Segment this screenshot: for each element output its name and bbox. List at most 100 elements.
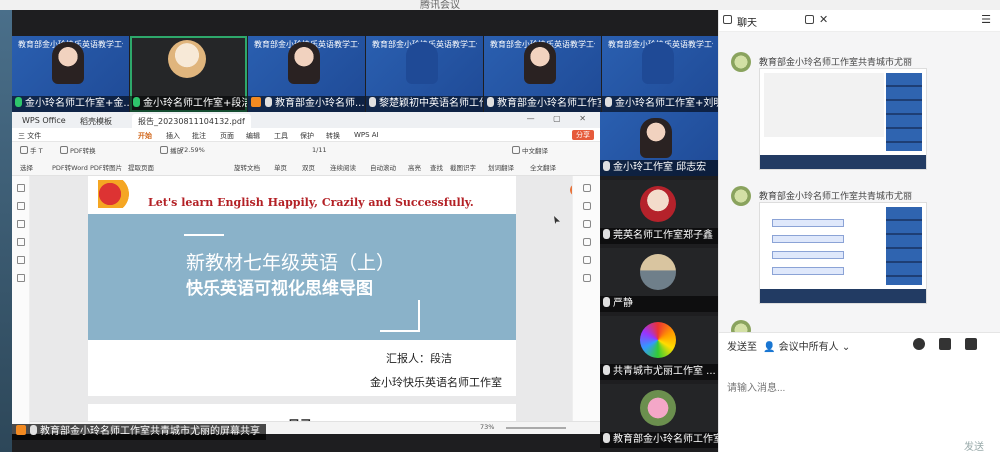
participant-tile[interactable]: 教育部金小玲快乐英语教学工作室 金小玲名师工作室+刘明 <box>602 36 719 112</box>
menu-convert[interactable]: 转换 <box>326 131 340 141</box>
close-icon[interactable]: ✕ <box>819 13 828 26</box>
rotate-tool[interactable]: 旋转文档 <box>234 162 260 172</box>
participant-tile[interactable]: 教育部金小玲快乐英语教学工作室 金小玲名师工作室+金... <box>12 36 129 112</box>
participant-name: 教育部金小玲名师工作室 <box>497 98 601 109</box>
chat-input[interactable] <box>727 358 993 418</box>
search-icon[interactable] <box>583 202 591 210</box>
settings-icon[interactable] <box>583 274 591 282</box>
pdf-canvas[interactable]: Let's learn English Happily, Crazily and… <box>30 176 572 421</box>
double-page-tool[interactable]: 双页 <box>302 162 315 172</box>
emoji-icon[interactable] <box>913 338 925 350</box>
participant-video <box>288 42 320 84</box>
mic-icon <box>603 297 610 307</box>
menu-file[interactable]: 三 文件 <box>18 131 41 141</box>
screen-share-view[interactable]: WPS Office 稻壳模板 报告_20230811104132.pdf — … <box>12 112 600 434</box>
ocr-tool[interactable]: 截图识字 <box>450 162 476 172</box>
participant-tile[interactable]: 莞英名师工作室郑子鑫 <box>600 180 718 244</box>
find-tool[interactable]: 查找 <box>430 162 443 172</box>
sender-avatar <box>731 186 751 206</box>
pdf-to-word-tool[interactable]: PDF转Word <box>52 162 88 172</box>
participant-tile-active[interactable]: 金小玲名师工作室+段洁 <box>130 36 247 112</box>
tab-wps-office[interactable]: WPS Office <box>16 114 72 128</box>
participant-video <box>52 42 84 84</box>
participant-tile[interactable]: 教育部金小玲名师工作室 <box>600 384 718 448</box>
chat-messages[interactable]: 教育部金小玲名师工作室共青城市尤丽 教育部金小玲名师工作室共青城市尤丽 <box>719 32 1000 332</box>
chat-title: 聊天 <box>737 18 757 29</box>
participant-name: 教育部金小玲名师... <box>275 98 365 109</box>
zoom-status[interactable]: 73% <box>480 423 494 431</box>
tab-template[interactable]: 稻壳模板 <box>74 114 118 128</box>
attachment-icon[interactable] <box>17 238 25 246</box>
menu-comment[interactable]: 批注 <box>192 131 206 141</box>
title-banner: 新教材七年级英语（上） 快乐英语可视化思维导图 <box>88 214 516 340</box>
participant-name: 金小玲名师工作室+段洁 <box>143 98 247 109</box>
window-controls[interactable]: — ▢ ✕ <box>527 114 594 123</box>
annotate-icon[interactable] <box>17 256 25 264</box>
menu-protect[interactable]: 保护 <box>300 131 314 141</box>
image-icon[interactable] <box>939 338 951 350</box>
menu-icon[interactable]: ☰ <box>981 13 991 26</box>
select-tool[interactable]: 选择 <box>20 162 33 172</box>
participant-tile[interactable]: 教育部金小玲快乐英语教学工作室 教育部金小玲名师... <box>248 36 365 112</box>
menu-home[interactable]: 开始 <box>138 131 152 141</box>
doc-studio: 金小玲快乐英语名师工作室 <box>370 376 502 389</box>
mic-icon <box>603 365 610 375</box>
share-button[interactable]: 分享 <box>572 130 594 140</box>
doc-title-line2: 快乐英语可视化思维导图 <box>186 279 373 299</box>
participant-avatar <box>640 186 676 222</box>
participant-tile[interactable]: 金小玲工作室 邱志宏 <box>600 112 718 176</box>
participant-video <box>640 118 672 158</box>
edit-icon[interactable] <box>583 220 591 228</box>
participant-tile[interactable]: 教育部金小玲快乐英语教学工作室 教育部金小玲名师工作室 <box>484 36 601 112</box>
chat-header: 聊天 ✕ ☰ <box>719 10 1000 32</box>
message-image[interactable] <box>759 202 927 304</box>
word-translate-tool[interactable]: 划词翻译 <box>488 162 514 172</box>
popout-icon[interactable] <box>805 15 814 24</box>
auto-scroll-tool[interactable]: 自动滚动 <box>370 162 396 172</box>
expand-icon[interactable] <box>583 184 591 192</box>
highlight-tool[interactable]: 高亮 <box>408 162 421 172</box>
doc-slogan: Let's learn English Happily, Crazily and… <box>148 196 474 209</box>
pdf-to-image-tool[interactable]: PDF转图片 <box>90 162 122 172</box>
extract-page-tool[interactable]: 提取页面 <box>128 162 154 172</box>
menu-tools[interactable]: 工具 <box>274 131 288 141</box>
pdf-page-2: 目录 <box>88 404 516 421</box>
menu-wps-ai[interactable]: WPS AI <box>354 131 379 139</box>
menu-page[interactable]: 页面 <box>220 131 234 141</box>
hand-tool[interactable]: 手 T <box>20 145 43 155</box>
bookmark-icon[interactable] <box>17 184 25 192</box>
layers-icon[interactable] <box>17 274 25 282</box>
participant-video <box>406 42 438 84</box>
single-page-tool[interactable]: 单页 <box>274 162 287 172</box>
zoom-level[interactable]: 72.59% <box>180 146 205 154</box>
full-translate-tool[interactable]: 全文翻译 <box>530 162 556 172</box>
hand-icon <box>20 146 28 154</box>
mic-icon <box>265 97 272 107</box>
translate-tool[interactable]: 中文翻译 <box>512 145 548 155</box>
participant-tile[interactable]: 共青城市尤丽工作室 ... <box>600 316 718 380</box>
thumbnail-icon[interactable] <box>17 202 25 210</box>
send-to-selector[interactable]: 发送至 👤 会议中所有人 ⌄ <box>727 338 850 353</box>
message-image[interactable] <box>759 68 927 170</box>
menu-edit[interactable]: 编辑 <box>246 131 260 141</box>
participant-avatar <box>640 390 676 426</box>
participant-tile[interactable]: 教育部金小玲快乐英语教学工作室 黎楚颖初中英语名师工作... <box>366 36 483 112</box>
share-icon <box>251 97 261 107</box>
send-button[interactable]: 发送 <box>964 438 984 452</box>
page-indicator[interactable]: 1/11 <box>312 146 327 154</box>
ai-icon[interactable] <box>583 256 591 264</box>
continuous-tool[interactable]: 连续阅读 <box>330 162 356 172</box>
translate-icon[interactable] <box>583 238 591 246</box>
mic-icon <box>605 97 612 107</box>
convert-icon <box>60 146 68 154</box>
right-sidebar <box>572 176 600 434</box>
mic-icon <box>603 229 610 239</box>
mic-icon <box>369 97 376 107</box>
comment-icon[interactable] <box>17 220 25 228</box>
menu-insert[interactable]: 插入 <box>166 131 180 141</box>
tab-pdf[interactable]: 报告_20230811104132.pdf <box>132 114 251 128</box>
announce-icon[interactable] <box>965 338 977 350</box>
participant-tile[interactable]: 严静 <box>600 248 718 312</box>
pdf-convert-tool[interactable]: PDF转换 <box>60 145 96 155</box>
zoom-slider[interactable] <box>506 427 566 429</box>
